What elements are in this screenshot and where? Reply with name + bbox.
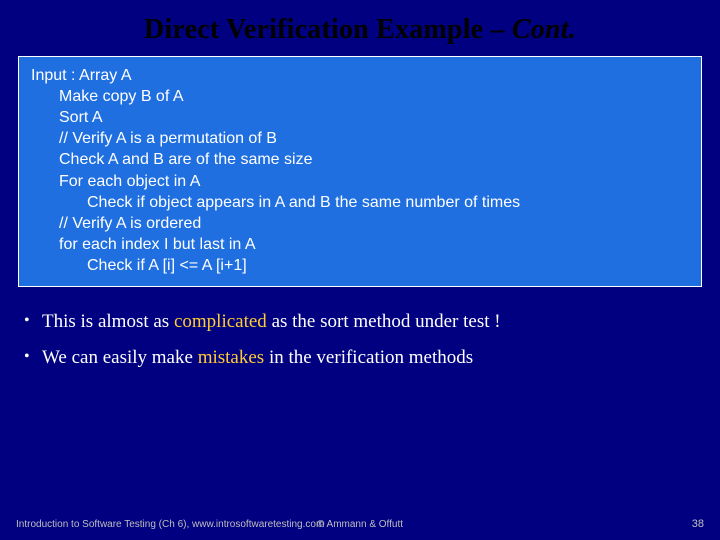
bullet-list: • This is almost as complicated as the s… (18, 309, 702, 370)
code-line: // Verify A is ordered (31, 213, 689, 234)
emphasis: mistakes (198, 347, 265, 368)
bullet-text: This is almost as complicated as the sor… (42, 309, 702, 335)
slide: Direct Verification Example – Cont. Inpu… (0, 0, 720, 540)
code-line: Make copy B of A (31, 86, 689, 107)
title-main: Direct Verification Example – (144, 14, 512, 45)
code-line: Sort A (31, 107, 689, 128)
code-line: Check A and B are of the same size (31, 149, 689, 170)
code-line: For each object in A (31, 171, 689, 192)
emphasis: complicated (174, 311, 267, 332)
footer-left: Introduction to Software Testing (Ch 6),… (16, 519, 324, 530)
text-fragment: We can easily make (42, 347, 198, 368)
footer: Introduction to Software Testing (Ch 6),… (0, 518, 720, 530)
code-line: Check if A [i] <= A [i+1] (31, 255, 689, 276)
text-fragment: as the sort method under test ! (267, 311, 501, 332)
code-line: Check if object appears in A and B the s… (31, 192, 689, 213)
code-line: Input : Array A (31, 65, 689, 86)
footer-center: © Ammann & Offutt (317, 519, 403, 530)
list-item: • This is almost as complicated as the s… (24, 309, 702, 335)
code-line: for each index I but last in A (31, 234, 689, 255)
bullet-dot-icon: • (24, 345, 42, 369)
text-fragment: in the verification methods (264, 347, 473, 368)
bullet-dot-icon: • (24, 309, 42, 333)
list-item: • We can easily make mistakes in the ver… (24, 345, 702, 371)
title-cont: Cont. (512, 14, 576, 45)
page-number: 38 (692, 518, 704, 530)
text-fragment: This is almost as (42, 311, 174, 332)
slide-title: Direct Verification Example – Cont. (18, 14, 702, 46)
bullet-text: We can easily make mistakes in the verif… (42, 345, 702, 371)
code-box: Input : Array A Make copy B of A Sort A … (18, 56, 702, 287)
code-line: // Verify A is a permutation of B (31, 128, 689, 149)
